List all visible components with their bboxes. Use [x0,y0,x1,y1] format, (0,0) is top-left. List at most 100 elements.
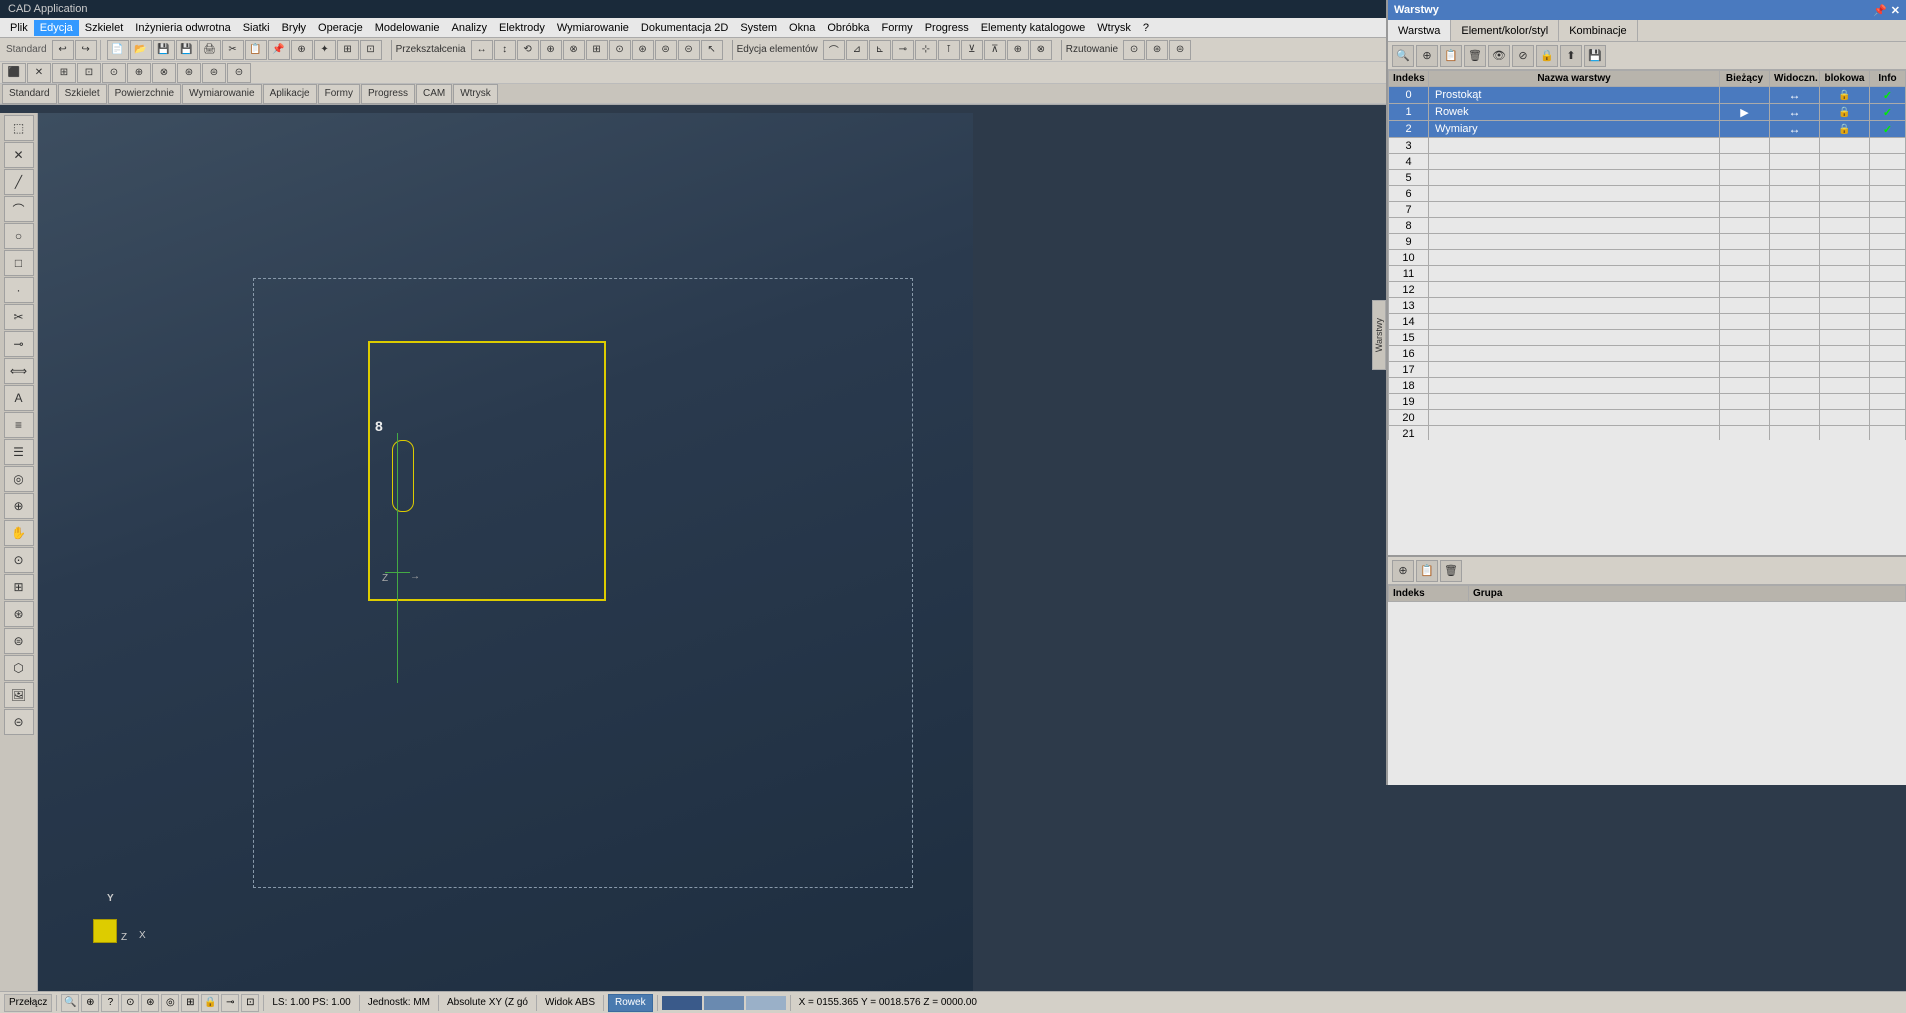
tb-p7[interactable]: ⊙ [609,40,631,60]
layer-row-21[interactable]: 21 [1389,426,1906,441]
layer-row-19[interactable]: 19 [1389,394,1906,410]
menu-elementy[interactable]: Elementy katalogowe [975,20,1092,36]
tool-hatch[interactable]: ≡ [4,412,34,438]
layers-scroll[interactable]: Indeks Nazwa warstwy Bieżący Widoczn. bl… [1388,70,1906,440]
subpanel-btn3[interactable]: 🗑 [1440,560,1462,582]
menu-formy[interactable]: Formy [876,20,919,36]
tb-e1[interactable]: ⌒ [823,40,845,60]
tb-e3[interactable]: ⊾ [869,40,891,60]
status-icon-5[interactable]: ⊛ [141,994,159,1012]
menu-inzynieria[interactable]: Inżynieria odwrotna [129,20,236,36]
tb-open[interactable]: 📂 [130,40,152,60]
panel-delete-btn[interactable]: 🗑 [1464,45,1486,67]
menu-szkielet[interactable]: Szkielet [79,20,130,36]
tb-s4[interactable]: ⊡ [77,63,101,83]
tb-e2[interactable]: ⊿ [846,40,868,60]
tb-save2[interactable]: 💾 [176,40,198,60]
layer-row-2[interactable]: 2Wymiary↔🔒✓ [1389,121,1906,138]
vertical-tab-label[interactable]: Warstwy [1374,318,1384,352]
tb-e8[interactable]: ⊼ [984,40,1006,60]
status-icon-9[interactable]: ⊸ [221,994,239,1012]
tb-e5[interactable]: ⊹ [915,40,937,60]
tb-s6[interactable]: ⊕ [127,63,151,83]
tb-p4[interactable]: ⊕ [540,40,562,60]
tool-circle[interactable]: ○ [4,223,34,249]
layer-row-12[interactable]: 12 [1389,282,1906,298]
layer-row-13[interactable]: 13 [1389,298,1906,314]
tool-zoom[interactable]: ⊕ [4,493,34,519]
tb-p8[interactable]: ⊛ [632,40,654,60]
tb-save[interactable]: 💾 [153,40,175,60]
tool-rect[interactable]: □ [4,250,34,276]
tb-s8[interactable]: ⊛ [177,63,201,83]
tb-p5[interactable]: ⊗ [563,40,585,60]
panel-copy-btn[interactable]: 📋 [1440,45,1462,67]
status-icon-8[interactable]: 🔒 [201,994,219,1012]
menu-progress[interactable]: Progress [919,20,975,36]
layer-row-3[interactable]: 3 [1389,138,1906,154]
tb-r3[interactable]: ⊜ [1169,40,1191,60]
tool-measure[interactable]: ⊸ [4,331,34,357]
layer-row-0[interactable]: 0Prostokąt↔🔒✓ [1389,87,1906,104]
tb-btn7[interactable]: 📌 [268,40,290,60]
tool-image[interactable]: 🖼 [4,682,34,708]
menu-wtrysk[interactable]: Wtrysk [1091,20,1137,36]
status-icon-10[interactable]: ⊡ [241,994,259,1012]
tb-p9[interactable]: ⊜ [655,40,677,60]
module-wymiarowanie[interactable]: Wymiarowanie [182,84,261,104]
module-cam[interactable]: CAM [416,84,452,104]
tab-element-kolor[interactable]: Element/kolor/styl [1451,20,1559,41]
panel-search-btn[interactable]: 🔍 [1392,45,1414,67]
tb-undo[interactable]: ↩ [52,40,74,60]
layer-row-17[interactable]: 17 [1389,362,1906,378]
tb-s7[interactable]: ⊗ [152,63,176,83]
tb-s5[interactable]: ⊙ [102,63,126,83]
menu-okna[interactable]: Okna [783,20,821,36]
panel-import-btn[interactable]: ⬆ [1560,45,1582,67]
tb-r1[interactable]: ⊙ [1123,40,1145,60]
menu-elektrody[interactable]: Elektrody [493,20,551,36]
tb-e4[interactable]: ⊸ [892,40,914,60]
menu-plik[interactable]: Plik [4,20,34,36]
tool-trim[interactable]: ✂ [4,304,34,330]
tb-s3[interactable]: ⊞ [52,63,76,83]
menu-system[interactable]: System [734,20,783,36]
tb-p1[interactable]: ↔ [471,40,493,60]
tb-p2[interactable]: ↕ [494,40,516,60]
module-aplikacje[interactable]: Aplikacje [263,84,317,104]
menu-bryly[interactable]: Bryły [276,20,312,36]
layer-row-9[interactable]: 9 [1389,234,1906,250]
tb-p6[interactable]: ⊞ [586,40,608,60]
tool-x[interactable]: ✕ [4,142,34,168]
menu-help[interactable]: ? [1137,20,1155,36]
tab-warstwa[interactable]: Warstwa [1388,20,1451,41]
menu-obrobka[interactable]: Obróbka [821,20,875,36]
layer-row-14[interactable]: 14 [1389,314,1906,330]
tool-select[interactable]: ⬚ [4,115,34,141]
tool-snap[interactable]: ⊙ [4,547,34,573]
layer-row-1[interactable]: 1Rowek▶↔🔒✓ [1389,104,1906,121]
layer-row-5[interactable]: 5 [1389,170,1906,186]
tb-print[interactable]: 🖨 [199,40,221,60]
tb-s2[interactable]: ✕ [27,63,51,83]
tool-3d[interactable]: ⬡ [4,655,34,681]
vertical-tab[interactable]: Warstwy [1372,300,1386,370]
tb-btn11[interactable]: ⊡ [360,40,382,60]
panel-close-btn[interactable]: ✕ [1891,4,1900,17]
tb-btn10[interactable]: ⊞ [337,40,359,60]
menu-edycja[interactable]: Edycja [34,20,79,36]
menu-analizy[interactable]: Analizy [446,20,493,36]
tb-btn5[interactable]: ✂ [222,40,244,60]
panel-lock-btn[interactable]: 🔒 [1536,45,1558,67]
layer-row-4[interactable]: 4 [1389,154,1906,170]
menu-operacje[interactable]: Operacje [312,20,369,36]
tool-grid[interactable]: ⊞ [4,574,34,600]
tool-dim[interactable]: ⟺ [4,358,34,384]
panel-hide-btn[interactable]: ⊘ [1512,45,1534,67]
tb-e10[interactable]: ⊗ [1030,40,1052,60]
tool-point[interactable]: · [4,277,34,303]
tb-p3[interactable]: ⟲ [517,40,539,60]
module-formy[interactable]: Formy [318,84,360,104]
layer-row-11[interactable]: 11 [1389,266,1906,282]
module-szkielet[interactable]: Szkielet [58,84,107,104]
